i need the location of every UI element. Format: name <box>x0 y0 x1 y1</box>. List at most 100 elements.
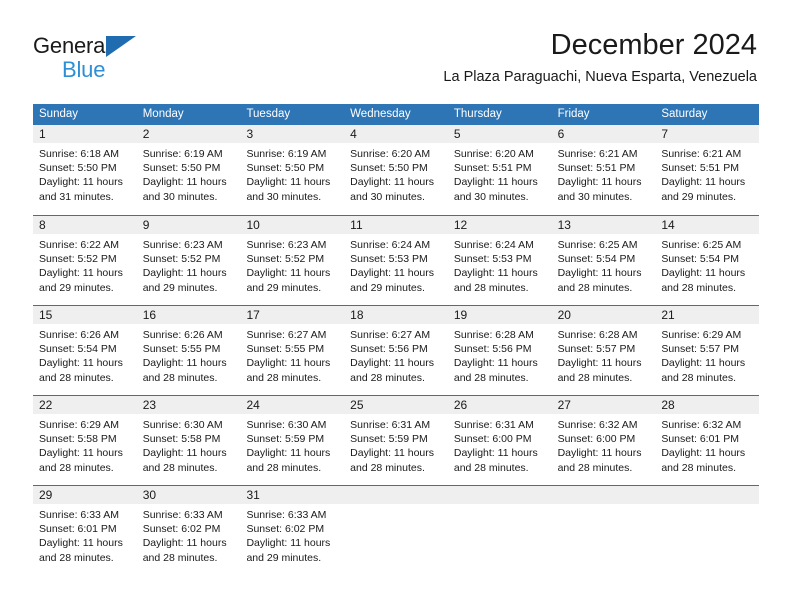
day-cell[interactable]: 23 Sunrise: 6:30 AM Sunset: 5:58 PM Dayl… <box>136 396 241 485</box>
daylight-text-line1: Daylight: 11 hours <box>39 357 123 370</box>
weekday-header-wednesday: Wednesday <box>350 108 411 120</box>
day-cell[interactable]: 28 Sunrise: 6:32 AM Sunset: 6:01 PM Dayl… <box>655 396 760 485</box>
day-cell[interactable]: 24 Sunrise: 6:30 AM Sunset: 5:59 PM Dayl… <box>240 396 345 485</box>
day-cell[interactable]: 9 Sunrise: 6:23 AM Sunset: 5:52 PM Dayli… <box>136 216 241 305</box>
sunset-text: Sunset: 5:55 PM <box>246 343 325 356</box>
day-cell[interactable]: 30 Sunrise: 6:33 AM Sunset: 6:02 PM Dayl… <box>136 486 241 575</box>
day-cell[interactable]: 21 Sunrise: 6:29 AM Sunset: 5:57 PM Dayl… <box>655 306 760 395</box>
day-cell[interactable]: 4 Sunrise: 6:20 AM Sunset: 5:50 PM Dayli… <box>344 125 448 215</box>
day-cell[interactable]: 22 Sunrise: 6:29 AM Sunset: 5:58 PM Dayl… <box>33 396 137 485</box>
daylight-text-line1: Daylight: 11 hours <box>246 447 331 460</box>
weekday-header-sunday: Sunday <box>39 108 79 120</box>
sunrise-text: Sunrise: 6:27 AM <box>246 329 327 341</box>
day-cell[interactable]: 14 Sunrise: 6:25 AM Sunset: 5:54 PM Dayl… <box>655 216 760 305</box>
day-info: Sunrise: 6:30 AM Sunset: 5:59 PM Dayligh… <box>240 414 344 475</box>
day-cell[interactable]: 15 Sunrise: 6:26 AM Sunset: 5:54 PM Dayl… <box>33 306 137 395</box>
day-cell[interactable]: 5 Sunrise: 6:20 AM Sunset: 5:51 PM Dayli… <box>447 125 552 215</box>
day-number: 4 <box>344 125 448 143</box>
sunrise-text: Sunrise: 6:19 AM <box>142 148 223 160</box>
daylight-text-line2: and 28 minutes. <box>39 461 114 474</box>
day-cell[interactable]: 17 Sunrise: 6:27 AM Sunset: 5:55 PM Dayl… <box>240 306 345 395</box>
day-number: 6 <box>551 125 656 143</box>
day-info: Sunrise: 6:26 AM Sunset: 5:54 PM Dayligh… <box>33 324 137 385</box>
day-number: 17 <box>240 306 345 324</box>
sunset-text: Sunset: 5:55 PM <box>142 343 221 356</box>
daylight-text-line1: Daylight: 11 hours <box>350 447 435 460</box>
day-cell[interactable]: 11 Sunrise: 6:24 AM Sunset: 5:53 PM Dayl… <box>344 216 448 305</box>
day-number: 9 <box>136 216 241 234</box>
day-info: Sunrise: 6:33 AM Sunset: 6:02 PM Dayligh… <box>240 504 344 565</box>
sunset-text: Sunset: 5:51 PM <box>661 162 739 175</box>
daylight-text-line1: Daylight: 11 hours <box>142 357 227 370</box>
day-cell[interactable]: 6 Sunrise: 6:21 AM Sunset: 5:51 PM Dayli… <box>551 125 656 215</box>
day-cell[interactable]: 8 Sunrise: 6:22 AM Sunset: 5:52 PM Dayli… <box>33 216 137 305</box>
day-cell[interactable]: 26 Sunrise: 6:31 AM Sunset: 6:00 PM Dayl… <box>447 396 552 485</box>
sunset-text: Sunset: 6:01 PM <box>661 433 739 446</box>
day-cell[interactable]: 29 Sunrise: 6:33 AM Sunset: 6:01 PM Dayl… <box>33 486 137 575</box>
daylight-text-line2: and 30 minutes. <box>350 190 425 203</box>
day-cell[interactable]: 13 Sunrise: 6:25 AM Sunset: 5:54 PM Dayl… <box>551 216 656 305</box>
day-cell[interactable]: 25 Sunrise: 6:31 AM Sunset: 5:59 PM Dayl… <box>344 396 448 485</box>
sunset-text: Sunset: 5:52 PM <box>246 253 325 266</box>
sunset-text: Sunset: 5:57 PM <box>661 343 739 356</box>
daylight-text-line2: and 28 minutes. <box>39 371 114 384</box>
sunset-text: Sunset: 5:58 PM <box>142 433 221 446</box>
day-info: Sunrise: 6:29 AM Sunset: 5:58 PM Dayligh… <box>33 414 137 475</box>
day-info: Sunrise: 6:19 AM Sunset: 5:50 PM Dayligh… <box>137 143 241 204</box>
sunrise-text: Sunrise: 6:27 AM <box>350 329 431 341</box>
day-info: Sunrise: 6:27 AM Sunset: 5:56 PM Dayligh… <box>344 324 448 385</box>
sunrise-text: Sunrise: 6:20 AM <box>453 148 534 160</box>
day-info: Sunrise: 6:21 AM Sunset: 5:51 PM Dayligh… <box>552 143 656 204</box>
day-info: Sunrise: 6:22 AM Sunset: 5:52 PM Dayligh… <box>33 234 137 295</box>
day-cell[interactable]: 3 Sunrise: 6:19 AM Sunset: 5:50 PM Dayli… <box>240 125 345 215</box>
daylight-text-line2: and 28 minutes. <box>453 371 529 384</box>
title-block: December 2024 La Plaza Paraguachi, Nueva… <box>443 28 757 87</box>
sunrise-text: Sunrise: 6:21 AM <box>661 148 742 160</box>
sunset-text: Sunset: 5:50 PM <box>39 162 117 175</box>
daylight-text-line2: and 30 minutes. <box>246 190 322 203</box>
daylight-text-line1: Daylight: 11 hours <box>39 267 123 280</box>
daylight-text-line2: and 28 minutes. <box>142 461 218 474</box>
sunset-text: Sunset: 5:54 PM <box>661 253 739 266</box>
daylight-text-line1: Daylight: 11 hours <box>453 176 538 189</box>
day-cell-empty <box>551 486 656 575</box>
sunrise-text: Sunrise: 6:33 AM <box>39 509 119 521</box>
day-cell[interactable]: 27 Sunrise: 6:32 AM Sunset: 6:00 PM Dayl… <box>551 396 656 485</box>
day-cell[interactable]: 2 Sunrise: 6:19 AM Sunset: 5:50 PM Dayli… <box>136 125 241 215</box>
day-number: 11 <box>344 216 448 234</box>
sunset-text: Sunset: 5:50 PM <box>142 162 221 175</box>
day-cell[interactable]: 1 Sunrise: 6:18 AM Sunset: 5:50 PM Dayli… <box>33 125 137 215</box>
sunset-text: Sunset: 5:56 PM <box>453 343 532 356</box>
day-cell[interactable]: 16 Sunrise: 6:26 AM Sunset: 5:55 PM Dayl… <box>136 306 241 395</box>
daylight-text-line1: Daylight: 11 hours <box>39 447 123 460</box>
day-info: Sunrise: 6:32 AM Sunset: 6:01 PM Dayligh… <box>655 414 759 475</box>
day-cell[interactable]: 20 Sunrise: 6:28 AM Sunset: 5:57 PM Dayl… <box>551 306 656 395</box>
day-number: 25 <box>344 396 448 414</box>
sunset-text: Sunset: 5:54 PM <box>39 343 117 356</box>
day-cell[interactable]: 18 Sunrise: 6:27 AM Sunset: 5:56 PM Dayl… <box>344 306 448 395</box>
day-cell[interactable]: 12 Sunrise: 6:24 AM Sunset: 5:53 PM Dayl… <box>447 216 552 305</box>
day-number: 2 <box>136 125 241 143</box>
sunset-text: Sunset: 5:50 PM <box>350 162 428 175</box>
day-number <box>551 486 656 504</box>
daylight-text-line1: Daylight: 11 hours <box>39 537 123 550</box>
day-info: Sunrise: 6:26 AM Sunset: 5:55 PM Dayligh… <box>137 324 241 385</box>
daylight-text-line1: Daylight: 11 hours <box>246 176 331 189</box>
day-cell[interactable]: 31 Sunrise: 6:33 AM Sunset: 6:02 PM Dayl… <box>240 486 345 575</box>
daylight-text-line2: and 28 minutes. <box>661 371 737 384</box>
sunset-text: Sunset: 5:53 PM <box>453 253 532 266</box>
day-cell[interactable]: 7 Sunrise: 6:21 AM Sunset: 5:51 PM Dayli… <box>655 125 760 215</box>
day-number: 14 <box>655 216 760 234</box>
day-cell[interactable]: 19 Sunrise: 6:28 AM Sunset: 5:56 PM Dayl… <box>447 306 552 395</box>
daylight-text-line1: Daylight: 11 hours <box>661 357 746 370</box>
brand-name-general: General <box>33 33 110 58</box>
brand-logo[interactable]: General Blue <box>33 33 233 83</box>
day-cell[interactable]: 10 Sunrise: 6:23 AM Sunset: 5:52 PM Dayl… <box>240 216 345 305</box>
day-number: 24 <box>240 396 345 414</box>
day-info: Sunrise: 6:30 AM Sunset: 5:58 PM Dayligh… <box>137 414 241 475</box>
sunrise-text: Sunrise: 6:31 AM <box>453 419 534 431</box>
day-info: Sunrise: 6:33 AM Sunset: 6:02 PM Dayligh… <box>137 504 241 565</box>
day-number: 19 <box>447 306 552 324</box>
sunset-text: Sunset: 6:00 PM <box>557 433 636 446</box>
daylight-text-line2: and 28 minutes. <box>557 461 633 474</box>
